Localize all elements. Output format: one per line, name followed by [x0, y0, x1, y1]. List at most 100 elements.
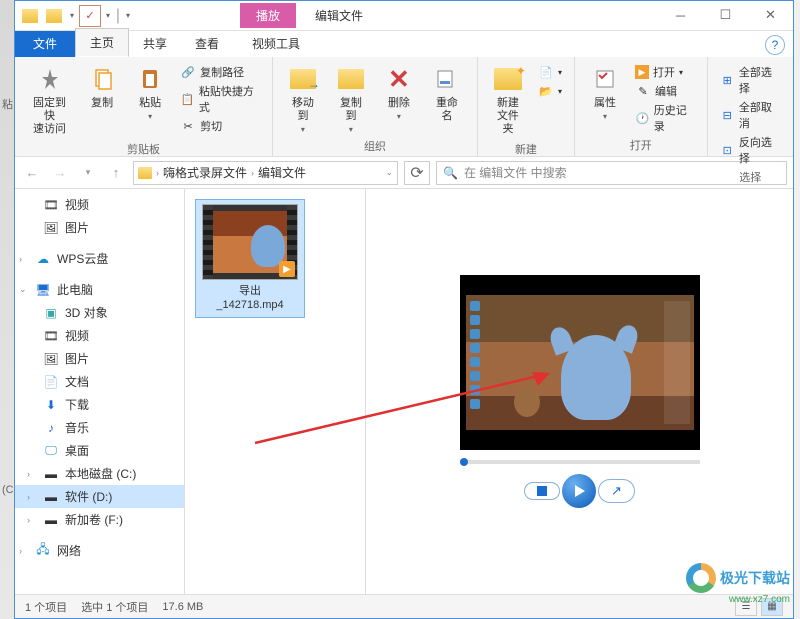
- play-button[interactable]: [562, 474, 596, 508]
- nav-diskc[interactable]: ›▬本地磁盘 (C:): [15, 462, 184, 485]
- chevron-down-icon[interactable]: ⌄: [385, 167, 393, 178]
- select-all-button[interactable]: ⊞全部选择: [716, 63, 785, 97]
- invert-select-button[interactable]: ⊡反向选择: [716, 133, 785, 167]
- pin-button[interactable]: 固定到快 速访问: [23, 61, 76, 139]
- minimize-button[interactable]: ─: [658, 1, 703, 29]
- open-icon: ▶: [635, 65, 649, 79]
- stop-button[interactable]: [524, 482, 560, 500]
- new-item-button[interactable]: 📄▾: [534, 63, 566, 81]
- nav-video2[interactable]: 🎞视频: [15, 324, 184, 347]
- forward-button[interactable]: →: [49, 162, 71, 184]
- nav-3d[interactable]: ▣3D 对象: [15, 301, 184, 324]
- nav-diskf[interactable]: ›▬新加卷 (F:): [15, 508, 184, 531]
- pictures-icon: 🖼: [43, 351, 59, 367]
- nav-thispc[interactable]: ⌄🖥此电脑: [15, 278, 184, 301]
- nav-diskd[interactable]: ›▬软件 (D:): [15, 485, 184, 508]
- navigation-pane[interactable]: 🎞视频 🖼图片 ›☁WPS云盘 ⌄🖥此电脑 ▣3D 对象 🎞视频 🖼图片 📄文档…: [15, 189, 185, 594]
- folder-icon[interactable]: [19, 5, 41, 27]
- up-button[interactable]: ↑: [105, 162, 127, 184]
- breadcrumb-bar[interactable]: › 嗨格式录屏文件 › 编辑文件 ⌄: [133, 161, 398, 185]
- tab-video-tools[interactable]: 视频工具: [240, 30, 312, 57]
- status-size: 17.6 MB: [162, 601, 203, 613]
- copy-path-button[interactable]: 🔗复制路径: [176, 63, 264, 81]
- chevron-right-icon[interactable]: ›: [27, 515, 30, 525]
- history-button[interactable]: 🕐历史记录: [631, 101, 699, 135]
- preview-pane: ↗: [365, 189, 793, 594]
- nav-wps[interactable]: ›☁WPS云盘: [15, 247, 184, 270]
- tab-home[interactable]: 主页: [75, 28, 129, 57]
- tab-view[interactable]: 查看: [181, 30, 233, 57]
- video-thumbnail: ▶: [202, 204, 298, 280]
- recent-dropdown[interactable]: ▾: [77, 162, 99, 184]
- copyto-button[interactable]: 复制到▾: [329, 61, 373, 136]
- cut-button[interactable]: ✂剪切: [176, 117, 264, 135]
- select-none-button[interactable]: ⊟全部取消: [716, 98, 785, 132]
- folder-icon: [138, 167, 152, 179]
- nav-downloads[interactable]: ⬇下载: [15, 393, 184, 416]
- paste-button[interactable]: 粘贴 ▾: [128, 61, 172, 123]
- content-area: 🎞视频 🖼图片 ›☁WPS云盘 ⌄🖥此电脑 ▣3D 对象 🎞视频 🖼图片 📄文档…: [15, 189, 793, 594]
- watermark: 极光下载站: [686, 563, 790, 593]
- tab-share[interactable]: 共享: [129, 30, 181, 57]
- music-icon: ♪: [43, 420, 59, 436]
- disk-icon: ▬: [43, 466, 59, 482]
- open-external-icon: ↗: [611, 483, 622, 499]
- breadcrumb-item[interactable]: 嗨格式录屏文件: [163, 164, 247, 181]
- file-item[interactable]: ▶ 导出 _142718.mp4: [195, 199, 305, 318]
- new-folder-button[interactable]: ✦ 新建 文件夹: [486, 61, 530, 139]
- back-button[interactable]: ←: [21, 162, 43, 184]
- tab-file[interactable]: 文件: [15, 30, 75, 57]
- ribbon-group-open: 属性▾ ▶打开▾ ✎编辑 🕐历史记录 打开: [575, 57, 708, 156]
- ribbon-group-new: ✦ 新建 文件夹 📄▾ 📂▾ 新建: [478, 57, 575, 156]
- copy-button[interactable]: 复制: [80, 61, 124, 112]
- folder-icon[interactable]: [43, 5, 65, 27]
- qat-dropdown[interactable]: ▾: [67, 5, 77, 27]
- moveto-icon: →: [287, 63, 319, 95]
- chevron-right-icon[interactable]: ›: [156, 168, 159, 178]
- nav-music[interactable]: ♪音乐: [15, 416, 184, 439]
- maximize-button[interactable]: ☐: [703, 1, 748, 29]
- edit-button[interactable]: ✎编辑: [631, 82, 699, 100]
- watermark-logo-icon: [686, 563, 716, 593]
- paste-shortcut-button[interactable]: 📋粘贴快捷方式: [176, 82, 264, 116]
- nav-network[interactable]: ›🖧网络: [15, 539, 184, 562]
- delete-button[interactable]: ✕ 删除▾: [377, 61, 421, 123]
- context-tab-play[interactable]: 播放: [240, 3, 296, 28]
- disk-icon: ▬: [43, 512, 59, 528]
- group-label: 组织: [364, 136, 386, 156]
- checkbox-icon[interactable]: ✓: [79, 5, 101, 27]
- nav-pictures2[interactable]: 🖼图片: [15, 347, 184, 370]
- search-icon: 🔍: [443, 166, 458, 180]
- breadcrumb-item[interactable]: 编辑文件: [258, 164, 306, 181]
- close-button[interactable]: ✕: [748, 1, 793, 29]
- file-list[interactable]: ▶ 导出 _142718.mp4: [185, 189, 365, 594]
- chevron-down-icon[interactable]: ⌄: [19, 284, 27, 295]
- refresh-button[interactable]: ⟳: [404, 161, 430, 185]
- nav-docs[interactable]: 📄文档: [15, 370, 184, 393]
- invert-icon: ⊡: [720, 142, 735, 158]
- chevron-right-icon[interactable]: ›: [19, 546, 22, 556]
- properties-button[interactable]: 属性▾: [583, 61, 627, 123]
- moveto-button[interactable]: → 移动到▾: [281, 61, 325, 136]
- qat-more[interactable]: ▾: [123, 5, 133, 27]
- chevron-right-icon[interactable]: ›: [251, 168, 254, 178]
- bg-text: 粘: [0, 94, 14, 114]
- qat-separator: |: [115, 5, 121, 27]
- rename-button[interactable]: 重命名: [425, 61, 469, 125]
- nav-desktop[interactable]: 🖵桌面: [15, 439, 184, 462]
- copy-icon: [86, 63, 118, 95]
- chevron-right-icon[interactable]: ›: [19, 254, 22, 264]
- qat-dropdown[interactable]: ▾: [103, 5, 113, 27]
- help-button[interactable]: ?: [765, 35, 785, 55]
- open-external-button[interactable]: ↗: [598, 479, 635, 503]
- nav-pictures[interactable]: 🖼图片: [15, 216, 184, 239]
- chevron-right-icon[interactable]: ›: [27, 469, 30, 479]
- open-button[interactable]: ▶打开▾: [631, 63, 699, 81]
- properties-icon: [589, 63, 621, 95]
- easy-access-button[interactable]: 📂▾: [534, 82, 566, 100]
- nav-video[interactable]: 🎞视频: [15, 193, 184, 216]
- chevron-right-icon[interactable]: ›: [27, 492, 30, 502]
- new-folder-icon: ✦: [492, 63, 524, 95]
- preview-seekbar[interactable]: [460, 460, 700, 464]
- video-preview[interactable]: [460, 275, 700, 450]
